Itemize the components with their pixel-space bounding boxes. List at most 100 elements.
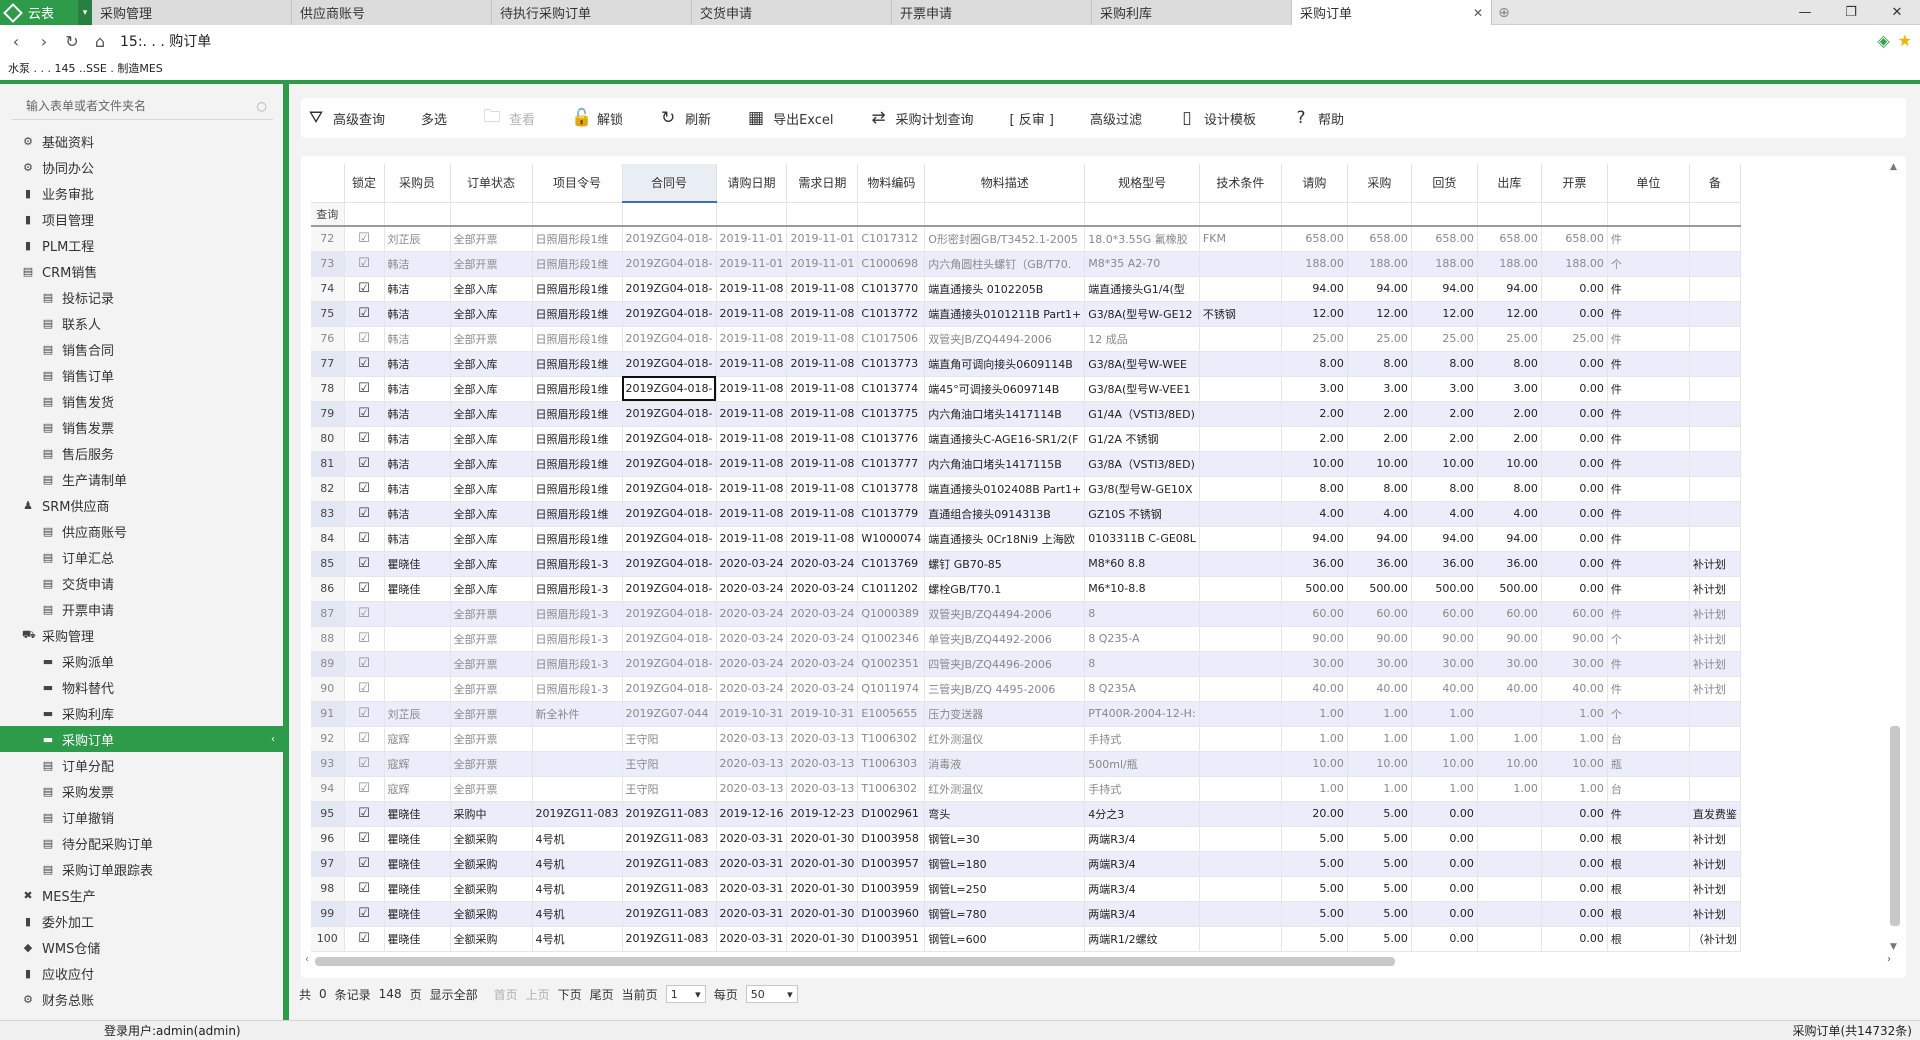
lock-checkbox[interactable]: ☑ [344,451,385,477]
toolbar-button-7[interactable]: [ 反审 ] [1010,109,1054,128]
lock-checkbox[interactable]: ☑ [344,351,385,377]
tab-4[interactable]: 开票申请 [892,0,1092,25]
sidebar-item-23[interactable]: ▬ 采购订单 ‹ [0,726,283,752]
back-icon[interactable]: ‹ [4,29,28,53]
table-row[interactable]: 88 ☑ 全部开票 日照眉形段1-3 2019ZG04-018- 2020-03-24 20… [311,626,1741,652]
column-header[interactable]: 技术条件 [1199,164,1282,203]
column-header[interactable]: 出库 [1477,164,1542,203]
lock-checkbox[interactable]: ☑ [344,926,385,952]
filter-cell[interactable] [716,202,788,227]
sidebar-item-20[interactable]: ▬ 采购派单 [0,648,283,674]
vertical-scroll-thumb[interactable] [1890,726,1900,926]
table-row[interactable]: 73 ☑ 韩洁 全部开票 日照眉形段1维 2019ZG04-018- 2019-11-01 2… [311,251,1741,277]
sidebar-item-28[interactable]: ▤ 采购订单跟踪表 [0,856,283,882]
lock-checkbox[interactable]: ☑ [344,376,385,402]
sidebar-item-24[interactable]: ▤ 订单分配 [0,752,283,778]
sidebar-item-27[interactable]: ▤ 待分配采购订单 [0,830,283,856]
toolbar-button-10[interactable]: ? 帮助 [1292,108,1344,128]
table-row[interactable]: 86 ☑ 瞿晓佳 全部入库 日照眉形段1-3 2019ZG04-018- 2020-03-2… [311,576,1741,602]
lock-checkbox[interactable]: ☑ [344,626,385,652]
toolbar-button-8[interactable]: 高级过滤 [1090,109,1142,128]
column-header[interactable]: 订单状态 [450,164,533,203]
lock-checkbox[interactable]: ☑ [344,801,385,827]
table-row[interactable]: 74 ☑ 韩洁 全部入库 日照眉形段1维 2019ZG04-018- 2019-11-08 2… [311,276,1741,302]
table-row[interactable]: 81 ☑ 韩洁 全部入库 日照眉形段1维 2019ZG04-018- 2019-11-08 2… [311,451,1741,477]
sidebar-item-33[interactable]: ⚙ 财务总账 [0,986,283,1012]
new-tab-button[interactable]: ⊕ [1492,0,1516,25]
filter-cell[interactable] [384,202,451,227]
scroll-left-icon[interactable]: ‹ [305,954,309,965]
scroll-down-icon[interactable]: ▼ [1890,942,1897,952]
column-header[interactable]: 合同号 [622,164,717,203]
filter-cell[interactable] [532,202,623,227]
column-header[interactable]: 备 [1689,164,1741,203]
filter-cell[interactable] [1347,202,1412,227]
sidebar-item-25[interactable]: ▤ 采购发票 [0,778,283,804]
page-size-select[interactable]: 50 ▾ [745,985,798,1003]
filter-cell[interactable] [1477,202,1542,227]
minimize-icon[interactable]: — [1782,0,1828,25]
sidebar-item-16[interactable]: ▤ 订单汇总 [0,544,283,570]
sidebar-item-26[interactable]: ▤ 订单撤销 [0,804,283,830]
filter-cell[interactable] [1411,202,1478,227]
lock-checkbox[interactable]: ☑ [344,226,385,252]
first-page-button[interactable]: 首页 [494,986,518,1003]
sidebar-item-18[interactable]: ▤ 开票申请 [0,596,283,622]
table-row[interactable]: 72 ☑ 刘芷辰 全部开票 日照眉形段1维 2019ZG04-018- 2019-11-01… [311,226,1741,252]
show-all-button[interactable]: 显示全部 [430,986,478,1003]
lock-checkbox[interactable]: ☑ [344,651,385,677]
column-header[interactable]: 请购日期 [716,164,788,203]
toolbar-button-6[interactable]: ⇄ 采购计划查询 [870,108,973,128]
sidebar-item-14[interactable]: ♟ SRM供应商 [0,492,283,518]
lock-checkbox[interactable]: ☑ [344,476,385,502]
refresh-icon[interactable]: ↻ [60,29,84,53]
table-row[interactable]: 92 ☑ 寇辉 全部开票 王守阳 2020-03-13 2020-03-13 T1006302… [311,726,1741,752]
sidebar-item-30[interactable]: ▮ 委外加工 [0,908,283,934]
table-row[interactable]: 100 ☑ 瞿晓佳 全额采购 4号机 2019ZG11-083 2020-03-31 2020… [311,926,1741,952]
tab-0[interactable]: 采购管理 [92,0,292,25]
table-row[interactable]: 77 ☑ 韩洁 全部入库 日照眉形段1维 2019ZG04-018- 2019-11-08 2… [311,351,1741,377]
table-row[interactable]: 93 ☑ 寇辉 全部开票 王守阳 2020-03-13 2020-03-13 T1006303… [311,751,1741,777]
table-row[interactable]: 95 ☑ 瞿晓佳 采购中 2019ZG11-083 2019ZG11-083 2019-12… [311,801,1741,827]
filter-cell[interactable] [450,202,533,227]
table-row[interactable]: 91 ☑ 刘芷辰 全部开票 新全补件 2019ZG07-044 2019-10-31 2019… [311,701,1741,727]
sidebar-item-15[interactable]: ▤ 供应商账号 [0,518,283,544]
sidebar-item-6[interactable]: ▤ 投标记录 [0,284,283,310]
toolbar-button-2[interactable]: 🗀 查看 [483,104,536,133]
table-row[interactable]: 75 ☑ 韩洁 全部入库 日照眉形段1维 2019ZG04-018- 2019-11-08 2… [311,301,1741,327]
toolbar-button-1[interactable]: 多选 [421,109,447,128]
lock-checkbox[interactable]: ☑ [344,251,385,277]
sidebar-item-19[interactable]: ⛟ 采购管理 [0,622,283,648]
lock-checkbox[interactable]: ☑ [344,301,385,327]
filter-label[interactable]: 查询 [311,202,345,227]
column-header[interactable]: 锁定 [344,164,385,203]
table-row[interactable]: 96 ☑ 瞿晓佳 全额采购 4号机 2019ZG11-083 2020-03-31 2020-… [311,826,1741,852]
lock-checkbox[interactable]: ☑ [344,876,385,902]
lock-checkbox[interactable]: ☑ [344,326,385,352]
lock-checkbox[interactable]: ☑ [344,901,385,927]
column-header[interactable]: 开票 [1541,164,1608,203]
filter-cell[interactable] [344,202,385,227]
table-row[interactable]: 78 ☑ 韩洁 全部入库 日照眉形段1维 2019ZG04-018- 2019-11-08 2… [311,376,1741,402]
sidebar-item-13[interactable]: ▤ 生产请制单 [0,466,283,492]
sidebar-item-3[interactable]: ▮ 项目管理 [0,206,283,232]
filter-cell[interactable] [1199,202,1282,227]
home-icon[interactable]: ⌂ [88,29,112,53]
sidebar-item-32[interactable]: ▮ 应收应付 [0,960,283,986]
column-header[interactable]: 需求日期 [786,164,859,203]
horizontal-scrollbar[interactable]: ‹ › [305,954,1891,968]
table-row[interactable]: 94 ☑ 寇辉 全部开票 王守阳 2020-03-13 2020-03-13 T1006302… [311,776,1741,802]
vertical-scrollbar[interactable]: ▲ ▼ [1888,156,1902,978]
column-header[interactable]: 项目令号 [532,164,623,203]
sidebar-item-31[interactable]: ◆ WMS仓储 [0,934,283,960]
table-row[interactable]: 79 ☑ 韩洁 全部入库 日照眉形段1维 2019ZG04-018- 2019-11-08 2… [311,401,1741,427]
lock-checkbox[interactable]: ☑ [344,751,385,777]
tab-6[interactable]: 采购订单 ✕ [1292,0,1492,25]
sidebar-item-10[interactable]: ▤ 销售发货 [0,388,283,414]
column-header[interactable]: 物料编码 [857,164,926,203]
tab-1[interactable]: 供应商账号 [292,0,492,25]
lock-checkbox[interactable]: ☑ [344,601,385,627]
lock-checkbox[interactable]: ☑ [344,501,385,527]
sidebar-item-9[interactable]: ▤ 销售订单 [0,362,283,388]
table-row[interactable]: 76 ☑ 韩洁 全部开票 日照眉形段1维 2019ZG04-018- 2019-11-08 2… [311,326,1741,352]
